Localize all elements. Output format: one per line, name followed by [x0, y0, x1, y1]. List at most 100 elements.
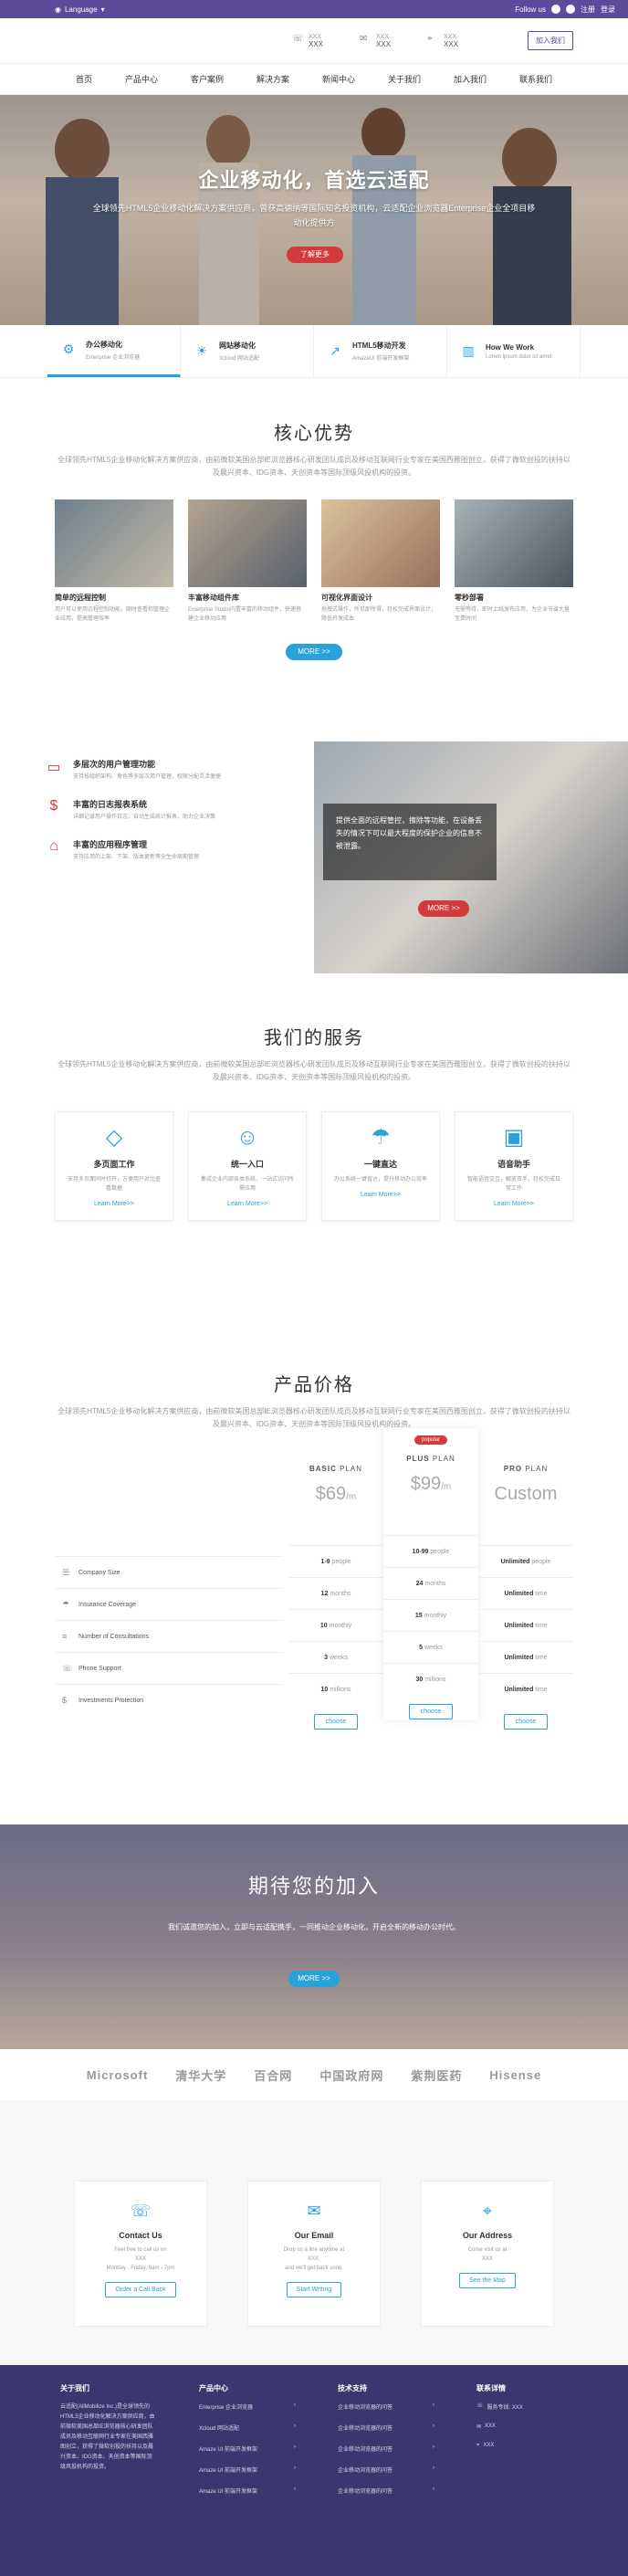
management-section: ▭ 多层次的用户管理功能 支持按组织架构、角色等多层次用户管理，权限分配灵活便捷 … [0, 741, 628, 973]
plan-basic: BASIC PLAN $69/m 1-9 people 12 months 10… [288, 1465, 383, 1730]
advantages-desc: 全球领先HTML5企业移动化解决方案供应商，由前微软美国总部IE浏览器核心研发团… [58, 456, 570, 477]
pricing-row-label: ☰ Company Size [55, 1556, 283, 1588]
advantage-card[interactable]: 简单的远程控制 用户可以使用远程控制功能，随时查看和管理企业应用，提高管理效率 [55, 499, 173, 624]
briefcase-icon: ▣ [503, 1125, 525, 1150]
weibo-icon[interactable] [551, 5, 560, 14]
service-learn-more-link[interactable]: Learn More>> [56, 1201, 173, 1207]
advantage-image [321, 499, 440, 587]
language-selector[interactable]: ◉ Language ▾ [55, 5, 105, 14]
nav-item-news[interactable]: 新闻中心 [322, 73, 355, 85]
pricing-section: 产品价格 全球领先HTML5企业移动化解决方案供应商，由前微软美国总部IE浏览器… [0, 1370, 628, 1730]
header-contact-mail: ✉ XXX XXX [360, 33, 392, 48]
join-desc: 我们诚邀您的加入，立即与云适配携手，一同推动企业移动化，开启全新的移动办公时代。 [168, 1923, 460, 1931]
footer-link[interactable]: Enterprise 企业浏览器 › [199, 2403, 296, 2411]
feature-tab-office[interactable]: ⚙ 办公移动化 Enterprise 企业浏览器 [47, 325, 181, 377]
nav-item-cases[interactable]: 客户案例 [191, 73, 224, 85]
advantage-image [188, 499, 307, 587]
hero-learn-more-button[interactable]: 了解更多 [287, 247, 343, 263]
wechat-icon[interactable] [566, 5, 575, 14]
feature-tab-how[interactable]: ▥ How We Work Lorem ipsum dolor sit amet [447, 325, 581, 377]
pricing-table: ☰ Company Size ☂ Insurance Coverage ≡ Numbe… [55, 1428, 584, 1730]
see-map-button[interactable]: See the Map [459, 2273, 516, 2288]
nav-item-solutions[interactable]: 解决方案 [256, 73, 289, 85]
feature-tabs: ⚙ 办公移动化 Enterprise 企业浏览器 ☀ 网站移动化 Xcloud 网站… [0, 325, 628, 378]
join-us-banner: 期待您的加入 我们诚邀您的加入，立即与云适配携手，一同推动企业移动化，开启全新的… [0, 1824, 628, 2049]
nav-item-contact[interactable]: 联系我们 [519, 73, 552, 85]
management-item: ▭ 多层次的用户管理功能 支持按组织架构、角色等多层次用户管理，权限分配灵活便捷 [44, 758, 314, 782]
advantages-more-button[interactable]: MORE >> [286, 644, 342, 660]
footer-link[interactable]: 企业移动浏览器的问答 › [338, 2424, 434, 2432]
gear-icon: ⚙ [62, 342, 75, 356]
partner-logo: 百合网 [254, 2068, 293, 2083]
advantage-card[interactable]: 可视化界面设计 拖拽式操作，所见即所得，轻松完成界面设计，降低开发成本 [321, 499, 440, 624]
services-desc: 全球领先HTML5企业移动化解决方案供应商，由前微软美国总部IE浏览器核心研发团… [58, 1060, 570, 1081]
services-section: 我们的服务 全球领先HTML5企业移动化解决方案供应商，由前微软美国总部IE浏览… [0, 1023, 628, 1221]
advantage-image [55, 499, 173, 587]
service-card: ▣ 语音助手 智能语音交互，解放双手，轻松完成日常工作 Learn More>> [455, 1111, 573, 1221]
footer-link[interactable]: 企业移动浏览器的问答 › [338, 2487, 434, 2495]
service-card: ◇ 多页面工作 支持多页面同时打开，方便用户对比查看数据 Learn More>… [55, 1111, 173, 1221]
footer-link[interactable]: Amaze UI 前端开发框架 › [199, 2487, 296, 2495]
pricing-row-label: ☂ Insurance Coverage [55, 1588, 283, 1620]
nav-item-join[interactable]: 加入我们 [454, 73, 487, 85]
partner-logos: Microsoft 清华大学 百合网 中国政府网 紫荆医药 Hisense [0, 2049, 628, 2100]
footer-link[interactable]: Xcloud 网站适配 › [199, 2424, 296, 2432]
phone-icon: ☏ [476, 2403, 484, 2409]
chevron-right-icon: › [433, 2403, 434, 2408]
management-overlay-text: 提供全面的远程管控，擦除等功能，在设备丢失的情况下可以最大程度的保护企业的信息不… [323, 804, 497, 880]
footer-link[interactable]: 企业移动浏览器的问答 › [338, 2466, 434, 2474]
management-item: $ 丰富的日志报表系统 详细记录用户操作日志，自动生成统计报表，助力企业决策 [44, 798, 314, 822]
footer-link[interactable]: Amaze UI 前端开发框架 › [199, 2445, 296, 2453]
nav-item-about[interactable]: 关于我们 [388, 73, 421, 85]
feature-tab-html5[interactable]: ↗ HTML5移动开发 AmazeUI 前端开发框架 [314, 325, 447, 377]
join-more-button[interactable]: MORE >> [288, 1971, 340, 1987]
mail-icon: ✉ [307, 2202, 321, 2220]
feature-tab-website[interactable]: ☀ 网站移动化 Xcloud 网站适配 [181, 325, 314, 377]
advantage-card[interactable]: 零秒部署 无需等待，即时上线发布应用，为企业节省大量宝贵时间 [455, 499, 573, 624]
footer-link[interactable]: 企业移动浏览器的问答 › [338, 2403, 434, 2411]
chevron-right-icon: › [294, 2445, 296, 2450]
service-learn-more-link[interactable]: Learn More>> [322, 1192, 439, 1198]
chevron-right-icon: › [294, 2424, 296, 2429]
join-title: 期待您的加入 [247, 1875, 380, 1898]
start-writing-button[interactable]: Start Writing [286, 2282, 342, 2297]
header: ☏ XXX XXX ✉ XXX XXX ⌖ XXX XXX 加入我们 [0, 18, 628, 64]
book-icon: ▥ [462, 342, 475, 358]
nav-item-products[interactable]: 产品中心 [125, 73, 158, 85]
chevron-right-icon: › [433, 2487, 434, 2492]
management-more-button[interactable]: MORE >> [418, 900, 469, 917]
contact-card-phone: ☏ Contact Us Feel free to call us on XXX M… [74, 2181, 207, 2327]
contact-section: ☏ Contact Us Feel free to call us on XXX M… [0, 2100, 628, 2365]
header-contacts: ☏ XXX XXX ✉ XXX XXX ⌖ XXX XXX [292, 34, 458, 48]
nav-item-home[interactable]: 首页 [76, 73, 92, 85]
pricing-row-labels: ☰ Company Size ☂ Insurance Coverage ≡ Numbe… [55, 1556, 283, 1716]
chevron-right-icon: › [294, 2487, 296, 2492]
footer-link[interactable]: Amaze UI 前端开发框架 › [199, 2466, 296, 2474]
footer-link[interactable]: 企业移动浏览器的问答 › [338, 2445, 434, 2453]
service-learn-more-link[interactable]: Learn More>> [455, 1201, 572, 1207]
login-link[interactable]: 登录 [601, 5, 615, 15]
phone-icon: ☏ [292, 33, 304, 44]
chevron-right-icon: › [433, 2424, 434, 2429]
register-link[interactable]: 注册 [581, 5, 595, 15]
choose-button[interactable]: choose [313, 1714, 359, 1730]
partner-logo: 紫荆医药 [411, 2068, 463, 2083]
choose-button[interactable]: choose [503, 1714, 549, 1730]
choose-button[interactable]: choose [408, 1704, 454, 1719]
plan-pro: PRO PLAN Custom Unlimited people Unlimit… [478, 1465, 573, 1730]
advantage-card[interactable]: 丰富移动组件库 Enterprise Studio内置丰富的移动组件，快速搭建企… [188, 499, 307, 624]
hero-banner: 企业移动化，首选云适配 全球领先HTML5企业移动化解决方案供应商，曾获高德纳等… [0, 95, 628, 325]
service-learn-more-link[interactable]: Learn More>> [189, 1201, 306, 1207]
partner-logo: Microsoft [86, 2067, 149, 2082]
chevron-down-icon: ▾ [100, 5, 105, 14]
footer-about: 关于我们 云适配(AllMobilize Inc.)是全球领先的HTML5企业移… [60, 2384, 155, 2470]
group-icon: ☰ [62, 1567, 70, 1577]
order-call-back-button[interactable]: Order a Call Back [105, 2282, 176, 2297]
join-us-button[interactable]: 加入我们 [528, 31, 573, 50]
chevron-right-icon: › [294, 2466, 296, 2471]
globe-icon: ◉ [55, 5, 61, 14]
pricing-row-label: $ Investments Protection [55, 1684, 283, 1716]
partner-logo: Hisense [489, 2067, 542, 2082]
umbrella-icon: ☂ [371, 1125, 391, 1150]
footer: 关于我们 云适配(AllMobilize Inc.)是全球领先的HTML5企业移… [0, 2365, 628, 2576]
